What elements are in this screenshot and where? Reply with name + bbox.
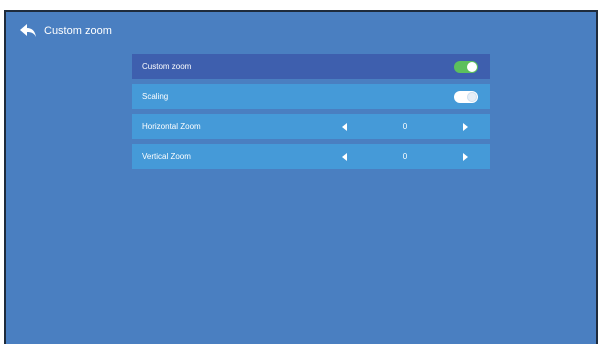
horizontal-zoom-value: 0 <box>402 122 408 131</box>
back-arrow-icon[interactable] <box>20 24 36 38</box>
header: Custom zoom <box>20 24 112 38</box>
horizontal-zoom-stepper[interactable]: 0 <box>342 122 468 131</box>
vertical-zoom-stepper[interactable]: 0 <box>342 152 468 161</box>
toggle-knob <box>467 91 477 102</box>
increase-arrow-icon[interactable] <box>462 122 468 131</box>
increase-arrow-icon[interactable] <box>462 152 468 161</box>
toggle-knob <box>467 61 477 72</box>
settings-menu: Custom zoom Scaling Horizontal Zoom 0 Ve… <box>132 54 490 174</box>
page-title: Custom zoom <box>44 25 112 37</box>
scaling-toggle[interactable] <box>454 90 478 103</box>
decrease-arrow-icon[interactable] <box>342 152 347 161</box>
settings-screen: Custom zoom Custom zoom Scaling Horizont… <box>4 10 598 344</box>
custom-zoom-toggle[interactable] <box>454 60 478 73</box>
menu-item-horizontal-zoom[interactable]: Horizontal Zoom 0 <box>132 114 490 139</box>
menu-item-scaling[interactable]: Scaling <box>132 84 490 109</box>
menu-item-vertical-zoom[interactable]: Vertical Zoom 0 <box>132 144 490 169</box>
decrease-arrow-icon[interactable] <box>342 122 347 131</box>
vertical-zoom-value: 0 <box>402 152 408 161</box>
menu-item-label: Scaling <box>142 92 169 101</box>
menu-item-label: Custom zoom <box>142 62 192 71</box>
menu-item-custom-zoom[interactable]: Custom zoom <box>132 54 490 79</box>
